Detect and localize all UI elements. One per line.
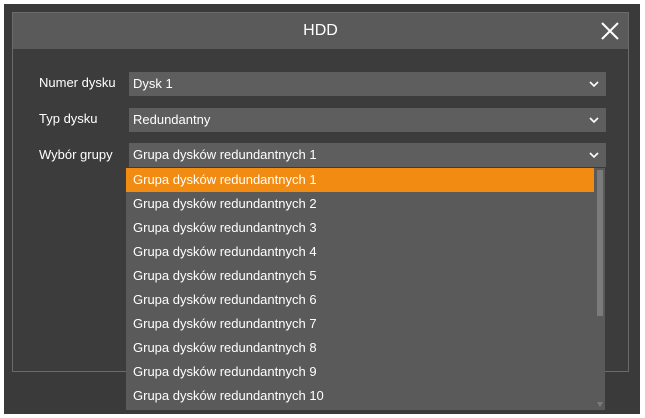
dropdown-option[interactable]: Grupa dysków redundantnych 5 bbox=[126, 264, 594, 288]
dropdown-option[interactable]: Grupa dysków redundantnych 4 bbox=[126, 240, 594, 264]
disk-type-value: Redundantny bbox=[133, 112, 211, 127]
dropdown-scrollbar[interactable] bbox=[595, 168, 605, 410]
disk-type-select[interactable]: Redundantny bbox=[129, 108, 606, 132]
dialog-title: HDD bbox=[303, 22, 338, 39]
chevron-down-icon bbox=[589, 117, 599, 124]
dropdown-option[interactable]: Grupa dysków redundantnych 7 bbox=[126, 312, 594, 336]
group-select-label: Wybór grupy bbox=[39, 147, 113, 162]
dropdown-option[interactable]: Grupa dysków redundantnych 1 bbox=[126, 168, 594, 192]
scrollbar-thumb[interactable] bbox=[597, 170, 603, 316]
dropdown-option[interactable]: Grupa dysków redundantnych 9 bbox=[126, 360, 594, 384]
disk-type-label: Typ dysku bbox=[39, 111, 98, 126]
group-select-value: Grupa dysków redundantnych 1 bbox=[133, 147, 317, 162]
dropdown-option[interactable]: Grupa dysków redundantnych 2 bbox=[126, 192, 594, 216]
disk-number-label: Numer dysku bbox=[39, 75, 116, 90]
disk-number-select[interactable]: Dysk 1 bbox=[129, 72, 606, 96]
disk-number-value: Dysk 1 bbox=[133, 76, 173, 91]
close-icon[interactable] bbox=[598, 19, 622, 43]
group-dropdown-list[interactable]: Grupa dysków redundantnych 1 Grupa dyskó… bbox=[126, 168, 605, 410]
title-bar: HDD bbox=[13, 13, 628, 49]
dropdown-option[interactable]: Grupa dysków redundantnych 6 bbox=[126, 288, 594, 312]
scroll-down-arrow-icon[interactable] bbox=[597, 402, 603, 407]
chevron-down-icon bbox=[589, 152, 599, 159]
dropdown-option[interactable]: Grupa dysków redundantnych 3 bbox=[126, 216, 594, 240]
group-select[interactable]: Grupa dysków redundantnych 1 bbox=[129, 143, 606, 167]
chevron-down-icon bbox=[589, 81, 599, 88]
dropdown-option[interactable]: Grupa dysków redundantnych 8 bbox=[126, 336, 594, 360]
dropdown-option[interactable]: Grupa dysków redundantnych 10 bbox=[126, 384, 594, 408]
